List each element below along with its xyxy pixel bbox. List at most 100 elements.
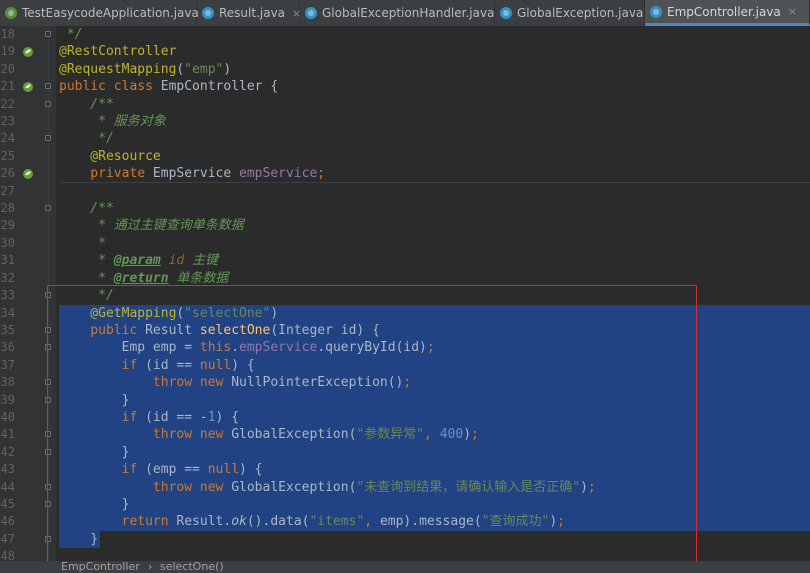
code-text: @RequestMapping("emp") — [59, 61, 231, 78]
close-icon[interactable]: × — [788, 5, 797, 18]
code-token: (id == — [145, 357, 200, 373]
code-line[interactable]: 45 } — [0, 495, 810, 514]
selection-highlight — [59, 391, 810, 409]
code-line[interactable]: 35 public Result selectOne(Integer id) { — [0, 321, 810, 340]
line-number: 18 — [0, 27, 15, 41]
code-token: ) { — [239, 462, 263, 478]
java-class-icon — [650, 5, 662, 18]
code-line[interactable]: 33 */ — [0, 287, 810, 304]
code-token: Result. — [176, 514, 232, 530]
code-line[interactable]: 47 } — [0, 530, 810, 549]
code-token: public — [59, 322, 146, 338]
line-number: 45 — [0, 496, 15, 511]
code-token: ) — [549, 514, 558, 530]
fold-marker-icon[interactable] — [45, 535, 51, 542]
fold-marker-icon[interactable] — [45, 379, 51, 386]
code-text: /** — [59, 96, 114, 113]
fold-marker-icon[interactable] — [45, 83, 51, 90]
code-line[interactable]: 20 @RequestMapping("emp") — [0, 61, 810, 78]
fold-marker-icon[interactable] — [45, 431, 51, 438]
code-token: public class — [59, 79, 161, 95]
spring-bean-icon[interactable] — [22, 81, 34, 93]
tab-result-java[interactable]: Result.java × — [197, 0, 301, 26]
fold-marker-icon[interactable] — [45, 483, 51, 490]
code-token: ) — [580, 479, 588, 495]
code-token: ) — [223, 61, 232, 77]
fold-marker-icon[interactable] — [45, 448, 51, 455]
code-token: /** — [59, 201, 114, 217]
code-line[interactable]: 26 private EmpService empService; — [0, 165, 810, 183]
tab-globalexceptionhandler-java[interactable]: GlobalExceptionHandler.java× — [300, 0, 511, 26]
spring-bean-icon[interactable] — [22, 46, 34, 58]
breadcrumb-class[interactable]: EmpController — [61, 561, 140, 573]
code-token: * — [59, 270, 114, 286]
code-line[interactable]: 39 } — [0, 391, 810, 409]
code-line[interactable]: 29 * 通过主键查询单条数据 — [0, 217, 810, 234]
fold-marker-icon[interactable] — [45, 396, 51, 403]
code-token: NullPointerException() — [231, 375, 404, 391]
code-line[interactable]: 18 */ — [0, 26, 810, 43]
code-token: Result — [145, 322, 200, 338]
code-line[interactable]: 32 * @return 单条数据 — [0, 270, 810, 287]
code-token: * — [59, 253, 114, 269]
code-line[interactable]: 24 */ — [0, 130, 810, 147]
spring-bean-icon[interactable] — [22, 168, 34, 180]
line-number: 35 — [0, 322, 15, 337]
code-token: , — [364, 514, 380, 530]
line-number: 23 — [0, 114, 15, 129]
code-text: * @param id 主键 — [59, 252, 218, 269]
code-line[interactable]: 44 throw new GlobalException("未查询到结果，请确认… — [0, 478, 810, 496]
code-token: return — [59, 514, 177, 530]
tab-globalexception-java[interactable]: GlobalException.java× — [495, 0, 660, 26]
code-token: GlobalException( — [231, 479, 357, 495]
code-token: (emp == — [145, 462, 208, 478]
code-line[interactable]: 28 /** — [0, 200, 810, 217]
code-line[interactable]: 25 @Resource — [0, 148, 810, 165]
code-token: throw new — [59, 375, 232, 391]
code-line[interactable]: 22 /** — [0, 96, 810, 113]
fold-marker-icon[interactable] — [45, 326, 51, 333]
fold-marker-icon[interactable] — [45, 205, 51, 212]
selection-highlight — [59, 495, 810, 514]
code-token: "未查询到结果，请确认输入是否正确" — [356, 479, 581, 495]
code-token: .queryById(id) — [317, 340, 427, 356]
code-token: Emp emp = — [59, 340, 200, 356]
fold-marker-icon[interactable] — [45, 292, 51, 299]
code-line[interactable]: 43 if (emp == null) { — [0, 461, 810, 479]
code-token: 1 — [207, 409, 216, 425]
line-number: 37 — [0, 357, 15, 372]
code-editor[interactable]: 18 */19 @RestController 20 @RequestMapping(… — [0, 26, 810, 566]
code-line[interactable]: 38 throw new NullPointerException(); — [0, 374, 810, 392]
tab-testeasycodeapplication-java[interactable]: TestEasycodeApplication.java× — [0, 0, 215, 26]
code-line[interactable]: 21 public class EmpController { — [0, 78, 810, 95]
line-number: 32 — [0, 270, 15, 285]
fold-marker-icon[interactable] — [45, 100, 51, 107]
fold-marker-icon[interactable] — [45, 344, 51, 351]
code-token: } — [59, 496, 130, 512]
code-token: */ — [59, 27, 83, 42]
editor-tab-bar: TestEasycodeApplication.java×Result.java… — [0, 0, 810, 27]
code-line[interactable]: 40 if (id == -1) { — [0, 408, 810, 427]
code-token: id — [160, 253, 185, 269]
code-line[interactable]: 23 * 服务对象 — [0, 113, 810, 130]
line-number: 28 — [0, 201, 15, 216]
tab-empcontroller-java[interactable]: EmpController.java × — [645, 0, 810, 26]
code-token: @RestController — [59, 44, 177, 60]
code-token: EmpService — [152, 166, 240, 182]
code-line[interactable]: 36 Emp emp = this.empService.queryById(i… — [0, 339, 810, 357]
code-line[interactable]: 30 * — [0, 235, 810, 252]
fold-marker-icon[interactable] — [45, 500, 51, 507]
code-line[interactable]: 42 } — [0, 443, 810, 462]
code-line[interactable]: 19 @RestController — [0, 43, 810, 60]
tab-label: Result.java — [219, 6, 286, 20]
code-token: * 通过主键查询单条数据 — [59, 218, 244, 234]
code-line[interactable]: 27 — [0, 183, 810, 200]
fold-marker-icon[interactable] — [45, 135, 51, 142]
code-line[interactable]: 41 throw new GlobalException("参数异常", 400… — [0, 426, 810, 444]
code-line[interactable]: 46 return Result.ok().data("items", emp)… — [0, 513, 810, 531]
breadcrumb-method[interactable]: selectOne() — [160, 561, 224, 573]
code-line[interactable]: 34 @GetMapping("selectOne") — [0, 304, 810, 322]
fold-marker-icon[interactable] — [45, 31, 51, 37]
code-line[interactable]: 37 if (id == null) { — [0, 356, 810, 375]
code-line[interactable]: 31 * @param id 主键 — [0, 252, 810, 269]
